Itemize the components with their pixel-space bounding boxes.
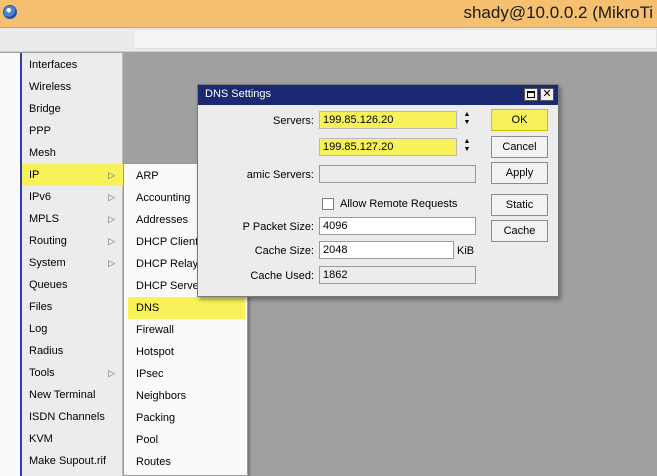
- static-button[interactable]: Static: [491, 194, 548, 216]
- menu-item-label: MPLS: [29, 213, 59, 225]
- menu-item-label: Queues: [29, 279, 68, 291]
- menu-item-files[interactable]: Files: [22, 296, 123, 318]
- submenu-arrow-icon: ▷: [108, 258, 115, 268]
- dns-server-2-input[interactable]: 199.85.127.20: [319, 138, 457, 156]
- allow-remote-requests-label: Allow Remote Requests: [340, 198, 458, 210]
- menu-item-label: Mesh: [29, 147, 56, 159]
- menu-item-isdn-channels[interactable]: ISDN Channels: [22, 406, 123, 428]
- submenu-arrow-icon: ▷: [108, 170, 115, 180]
- menu-item-label: Wireless: [29, 81, 72, 93]
- server-1-updown-icon[interactable]: ▲ ▼: [461, 111, 473, 129]
- cancel-button[interactable]: Cancel: [491, 136, 548, 158]
- submenu-item-ipsec[interactable]: IPsec: [128, 363, 245, 385]
- submenu-item-hotspot[interactable]: Hotspot: [128, 341, 245, 363]
- menu-item-label: Log: [29, 323, 48, 335]
- menu-item-label: Tools: [29, 367, 55, 379]
- menu-item-new-terminal[interactable]: New Terminal: [22, 384, 123, 406]
- submenu-item-packing[interactable]: Packing: [128, 407, 245, 429]
- menu-item-ppp[interactable]: PPP: [22, 120, 123, 142]
- menu-item-label: System: [29, 257, 66, 269]
- cache-size-input[interactable]: 2048: [319, 241, 454, 259]
- window-title: shady@10.0.0.2 (MikroTi: [463, 3, 653, 22]
- menu-item-label: IP: [29, 169, 40, 181]
- menu-item-label: PPP: [29, 125, 52, 137]
- submenu-arrow-icon: ▷: [108, 192, 115, 202]
- submenu-arrow-icon: ▷: [108, 368, 115, 378]
- menu-item-routing[interactable]: Routing ▷: [22, 230, 123, 252]
- toolbar-field: [133, 29, 657, 49]
- window-titlebar: shady@10.0.0.2 (MikroTi: [0, 0, 657, 28]
- menu-item-mpls[interactable]: MPLS ▷: [22, 208, 123, 230]
- menu-item-bridge[interactable]: Bridge: [22, 98, 123, 120]
- menu-item-label: New Terminal: [29, 389, 96, 401]
- cache-size-label: Cache Size:: [254, 245, 314, 257]
- menu-item-label: Make Supout.rif: [29, 455, 107, 467]
- udp-packet-size-input[interactable]: 4096: [319, 217, 476, 235]
- cache-used-label: Cache Used:: [250, 270, 314, 282]
- submenu-item-routes[interactable]: Routes: [128, 451, 245, 473]
- close-button[interactable]: ✕: [540, 88, 554, 101]
- udp-packet-size-label: P Packet Size:: [242, 221, 314, 233]
- menu-item-label: ISDN Channels: [29, 411, 105, 423]
- main-menu: Interfaces Wireless Bridge PPP Mesh IP ▷ …: [22, 53, 123, 476]
- menu-item-label: IPv6: [29, 191, 52, 203]
- menu-item-radius[interactable]: Radius: [22, 340, 123, 362]
- submenu-arrow-icon: ▷: [108, 214, 115, 224]
- menu-item-label: Bridge: [29, 103, 61, 115]
- left-margin: [0, 53, 20, 476]
- winbox-app-icon: [3, 5, 17, 19]
- menu-item-kvm[interactable]: KVM: [22, 428, 123, 450]
- ok-button[interactable]: OK: [491, 109, 548, 131]
- menu-item-interfaces[interactable]: Interfaces: [22, 54, 123, 76]
- dynamic-servers-field: [319, 165, 476, 183]
- dialog-titlebar[interactable]: DNS Settings ✕: [198, 85, 558, 105]
- submenu-item-dns[interactable]: DNS: [128, 297, 245, 319]
- submenu-arrow-icon: ▷: [108, 236, 115, 246]
- dns-server-1-input[interactable]: 199.85.126.20: [319, 111, 457, 129]
- toolbar: [0, 28, 657, 52]
- menu-item-label: Files: [29, 301, 53, 313]
- menu-item-ipv6[interactable]: IPv6 ▷: [22, 186, 123, 208]
- menu-item-log[interactable]: Log: [22, 318, 123, 340]
- server-2-updown-icon[interactable]: ▲ ▼: [461, 138, 473, 156]
- allow-remote-requests-checkbox[interactable]: [322, 198, 334, 210]
- menu-item-mesh[interactable]: Mesh: [22, 142, 123, 164]
- submenu-item-pool[interactable]: Pool: [128, 429, 245, 451]
- submenu-item-neighbors[interactable]: Neighbors: [128, 385, 245, 407]
- menu-item-label: Interfaces: [29, 59, 78, 71]
- menu-item-ip[interactable]: IP ▷: [22, 164, 123, 186]
- apply-button[interactable]: Apply: [491, 162, 548, 184]
- dns-settings-dialog: DNS Settings ✕ Servers: 199.85.126.20 ▲ ▼…: [197, 84, 559, 297]
- menu-item-make-supout[interactable]: Make Supout.rif: [22, 450, 123, 472]
- close-icon: ✕: [542, 88, 552, 100]
- dialog-title: DNS Settings: [205, 88, 272, 100]
- menu-item-label: KVM: [29, 433, 53, 445]
- submenu-item-firewall[interactable]: Firewall: [128, 319, 245, 341]
- maximize-button[interactable]: [524, 88, 538, 101]
- cache-size-unit: KiB: [457, 245, 475, 257]
- maximize-icon: [527, 91, 535, 98]
- menu-item-tools[interactable]: Tools ▷: [22, 362, 123, 384]
- servers-label: Servers:: [273, 115, 314, 127]
- menu-item-label: Routing: [29, 235, 67, 247]
- menu-item-system[interactable]: System ▷: [22, 252, 123, 274]
- menu-item-label: Radius: [29, 345, 64, 357]
- cache-button[interactable]: Cache: [491, 220, 548, 242]
- menu-item-queues[interactable]: Queues: [22, 274, 123, 296]
- dynamic-servers-label: amic Servers:: [246, 169, 314, 181]
- cache-used-field: 1862: [319, 266, 476, 284]
- menu-item-wireless[interactable]: Wireless: [22, 76, 123, 98]
